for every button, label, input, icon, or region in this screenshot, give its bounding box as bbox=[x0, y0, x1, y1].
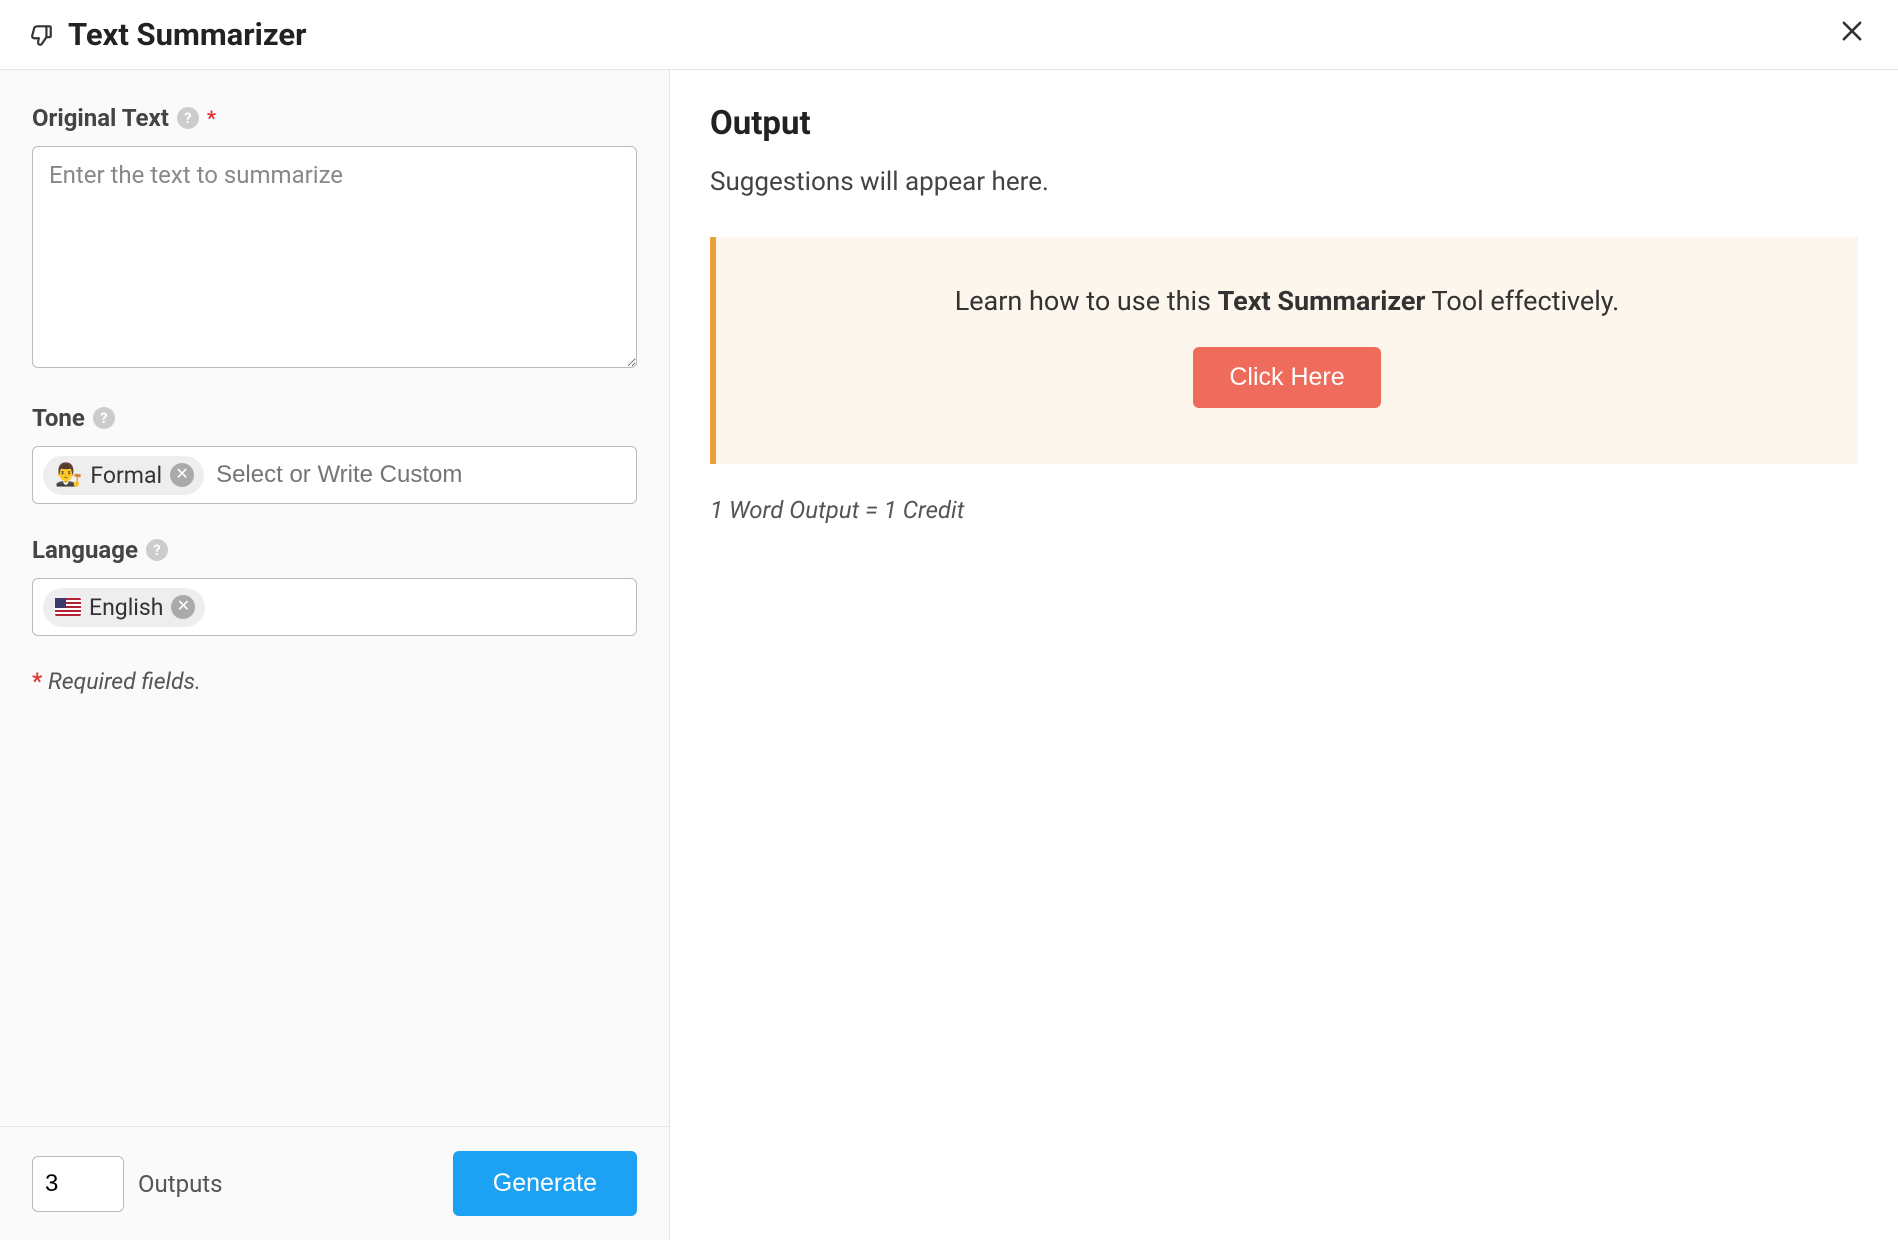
bottom-bar: Outputs Generate bbox=[0, 1126, 669, 1240]
info-text-strong: Text Summarizer bbox=[1218, 285, 1426, 317]
tone-label-row: Tone ? bbox=[32, 404, 637, 432]
us-flag-icon bbox=[55, 598, 81, 616]
language-chip: English ✕ bbox=[43, 588, 205, 627]
formal-emoji-icon: 👨‍⚖️ bbox=[55, 463, 82, 488]
language-label: Language bbox=[32, 536, 138, 564]
help-icon[interactable]: ? bbox=[93, 407, 115, 429]
required-fields-note: * Required fields. bbox=[32, 668, 637, 695]
help-icon[interactable]: ? bbox=[146, 539, 168, 561]
help-icon[interactable]: ? bbox=[177, 107, 199, 129]
thumbs-down-icon bbox=[28, 22, 54, 48]
info-text-prefix: Learn how to use this bbox=[955, 285, 1218, 317]
close-icon bbox=[1838, 16, 1866, 53]
tone-chip-remove-button[interactable]: ✕ bbox=[170, 463, 194, 487]
credit-note: 1 Word Output = 1 Credit bbox=[710, 496, 1858, 524]
header-left: Text Summarizer bbox=[28, 16, 306, 53]
click-here-button[interactable]: Click Here bbox=[1193, 347, 1380, 408]
remove-icon: ✕ bbox=[177, 599, 190, 615]
original-text-label-row: Original Text ? * bbox=[32, 104, 637, 132]
suggestions-placeholder: Suggestions will appear here. bbox=[710, 167, 1858, 197]
tone-text-input[interactable] bbox=[216, 461, 626, 489]
close-button[interactable] bbox=[1834, 17, 1870, 53]
info-banner-text: Learn how to use this Text Summarizer To… bbox=[746, 285, 1828, 317]
required-fields-text: Required fields. bbox=[48, 668, 201, 695]
left-panel: Original Text ? * Tone ? 👨‍⚖️ Formal ✕ bbox=[0, 70, 670, 1240]
outputs-label: Outputs bbox=[138, 1170, 223, 1198]
language-group: Language ? English ✕ bbox=[32, 536, 637, 636]
outputs-group: Outputs bbox=[32, 1156, 223, 1212]
original-text-label: Original Text bbox=[32, 104, 169, 132]
tone-label: Tone bbox=[32, 404, 85, 432]
language-input[interactable]: English ✕ bbox=[32, 578, 637, 636]
required-star-icon: * bbox=[207, 106, 216, 130]
header: Text Summarizer bbox=[0, 0, 1898, 70]
info-banner: Learn how to use this Text Summarizer To… bbox=[710, 237, 1858, 464]
tone-chip: 👨‍⚖️ Formal ✕ bbox=[43, 456, 204, 495]
tone-chip-label: Formal bbox=[90, 462, 162, 489]
original-text-input[interactable] bbox=[32, 146, 637, 368]
generate-button[interactable]: Generate bbox=[453, 1151, 637, 1216]
output-title: Output bbox=[710, 104, 1858, 143]
main-content: Original Text ? * Tone ? 👨‍⚖️ Formal ✕ bbox=[0, 70, 1898, 1240]
outputs-count-input[interactable] bbox=[32, 1156, 124, 1212]
original-text-group: Original Text ? * bbox=[32, 104, 637, 372]
required-star-icon: * bbox=[32, 668, 42, 695]
info-text-suffix: Tool effectively. bbox=[1425, 285, 1619, 317]
language-chip-label: English bbox=[89, 594, 163, 621]
language-chip-remove-button[interactable]: ✕ bbox=[171, 595, 195, 619]
right-panel: Output Suggestions will appear here. Lea… bbox=[670, 70, 1898, 1240]
remove-icon: ✕ bbox=[175, 467, 188, 483]
language-label-row: Language ? bbox=[32, 536, 637, 564]
page-title: Text Summarizer bbox=[68, 16, 306, 53]
tone-group: Tone ? 👨‍⚖️ Formal ✕ bbox=[32, 404, 637, 504]
tone-input[interactable]: 👨‍⚖️ Formal ✕ bbox=[32, 446, 637, 504]
